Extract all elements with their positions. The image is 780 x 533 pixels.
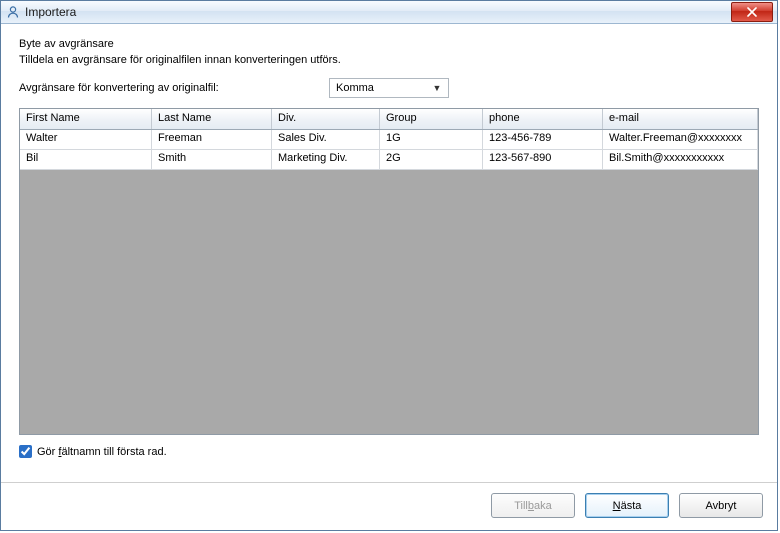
column-header[interactable]: phone [483,109,603,129]
section-subheading: Tilldela en avgränsare för originalfilen… [19,54,759,66]
column-header[interactable]: Last Name [152,109,272,129]
table-header-row: First Name Last Name Div. Group phone e-… [20,109,758,130]
cell: Bil [20,150,152,169]
import-dialog: Importera Byte av avgränsare Tilldela en… [0,0,778,531]
cell: Walter [20,130,152,149]
next-button[interactable]: Nästa [585,493,669,518]
cell: 123-567-890 [483,150,603,169]
cancel-button[interactable]: Avbryt [679,493,763,518]
user-icon [5,4,21,20]
chevron-down-icon: ▼ [430,83,444,93]
first-row-fieldnames-label[interactable]: Gör fältnamn till första rad. [37,446,167,458]
delimiter-label: Avgränsare för konvertering av originalf… [19,82,329,94]
cell: Bil.Smith@xxxxxxxxxxx [603,150,758,169]
titlebar: Importera [1,1,777,24]
close-button[interactable] [731,2,773,22]
column-header[interactable]: First Name [20,109,152,129]
cell: 2G [380,150,483,169]
cell: Freeman [152,130,272,149]
first-row-fieldnames-checkbox[interactable] [19,445,32,458]
back-button: Tillbaka [491,493,575,518]
table-row[interactable]: Bil Smith Marketing Div. 2G 123-567-890 … [20,150,758,170]
window-title: Importera [25,5,731,19]
cell: Sales Div. [272,130,380,149]
first-row-fieldnames-option: Gör fältnamn till första rad. [19,445,759,458]
column-header[interactable]: Group [380,109,483,129]
column-header[interactable]: Div. [272,109,380,129]
cell: Walter.Freeman@xxxxxxxx [603,130,758,149]
delimiter-row: Avgränsare för konvertering av originalf… [19,78,759,98]
cell: Smith [152,150,272,169]
table-row[interactable]: Walter Freeman Sales Div. 1G 123-456-789… [20,130,758,150]
column-header[interactable]: e-mail [603,109,758,129]
dialog-footer: Tillbaka Nästa Avbryt [1,482,777,530]
delimiter-select[interactable]: Komma ▼ [329,78,449,98]
dialog-body: Byte av avgränsare Tilldela en avgränsar… [1,24,777,482]
close-icon [747,7,757,17]
preview-table: First Name Last Name Div. Group phone e-… [19,108,759,435]
cell: 1G [380,130,483,149]
cell: Marketing Div. [272,150,380,169]
delimiter-value: Komma [336,82,430,94]
section-heading: Byte av avgränsare [19,38,759,50]
table-body: Walter Freeman Sales Div. 1G 123-456-789… [20,130,758,434]
cell: 123-456-789 [483,130,603,149]
